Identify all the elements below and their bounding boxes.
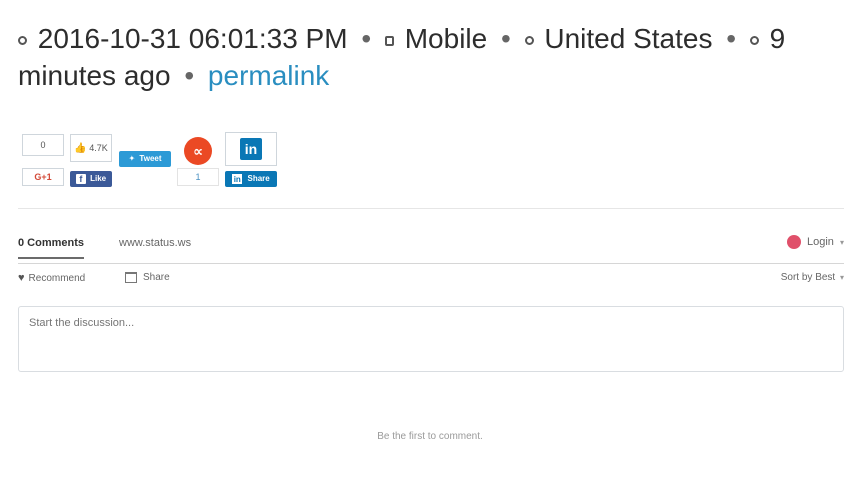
google-plus-button[interactable]: G+1 [22, 168, 64, 186]
linkedin-count-box: in [225, 132, 277, 166]
share-icon [125, 272, 137, 283]
login-button[interactable]: Login ▾ [787, 235, 844, 249]
linkedin-share-label: Share [247, 174, 270, 183]
facebook-like-label: Like [90, 174, 107, 183]
cropped-status-text [18, 0, 838, 6]
eye-icon [749, 36, 759, 46]
comment-actions: ♥ Recommend Share Sort by Best ▾ [18, 272, 844, 290]
separator: • [726, 23, 737, 54]
comment-input[interactable] [18, 306, 844, 372]
chevron-down-icon: ▾ [839, 273, 844, 282]
sort-label: Sort by Best [780, 272, 836, 283]
divider [18, 263, 844, 264]
facebook-icon: f [75, 173, 86, 184]
stumbleupon-icon: ∝ [193, 143, 203, 159]
mobile-icon [384, 35, 394, 46]
linkedin-share-button[interactable]: in Share [225, 171, 277, 187]
globe-icon [524, 36, 534, 46]
share-label: Share [143, 272, 170, 284]
clock-icon [18, 36, 27, 46]
tweet-button[interactable]: ✦ Tweet [119, 151, 171, 167]
status-meta: 2016-10-31 06:01:33 PM • Mobile • United… [18, 20, 838, 94]
separator: • [500, 23, 511, 54]
sort-dropdown[interactable]: Sort by Best ▾ [781, 272, 844, 283]
empty-comments-message: Be the first to comment. [377, 431, 483, 442]
separator: • [361, 23, 372, 54]
login-avatar-icon [787, 235, 801, 249]
stumbleupon-button[interactable]: ∝ [184, 137, 212, 165]
recommend-label: Recommend [28, 273, 86, 284]
like-icon: 👍 [74, 143, 87, 154]
tweet-label: Tweet [139, 154, 162, 163]
device: Mobile [404, 23, 488, 54]
stumbleupon-count-box: 1 [177, 168, 219, 186]
facebook-like-button[interactable]: f Like [70, 171, 112, 187]
linkedin-icon: in [232, 173, 243, 184]
facebook-like-count: 4.7K [89, 143, 108, 153]
recommend-button[interactable]: ♥ Recommend [18, 272, 85, 284]
login-label: Login [807, 235, 834, 248]
datetime: 2016-10-31 06:01:33 PM [37, 23, 348, 54]
facebook-count-box: 👍 4.7K [70, 134, 112, 162]
share-button[interactable]: Share [125, 272, 170, 283]
tab-site[interactable]: www.status.ws [119, 237, 191, 249]
like-count-box: 0 [22, 134, 64, 156]
chevron-down-icon: ▾ [839, 237, 844, 247]
location: United States [544, 23, 713, 54]
heart-icon: ♥ [18, 272, 25, 284]
permalink-link[interactable]: permalink [208, 60, 329, 91]
twitter-icon: ✦ [128, 154, 136, 163]
tab-comments[interactable]: 0 Comments [18, 237, 85, 259]
divider [18, 208, 844, 209]
linkedin-logo-icon: in [240, 138, 262, 160]
separator: • [184, 60, 195, 91]
comment-tabs: 0 Comments www.status.ws Login ▾ [18, 235, 844, 263]
